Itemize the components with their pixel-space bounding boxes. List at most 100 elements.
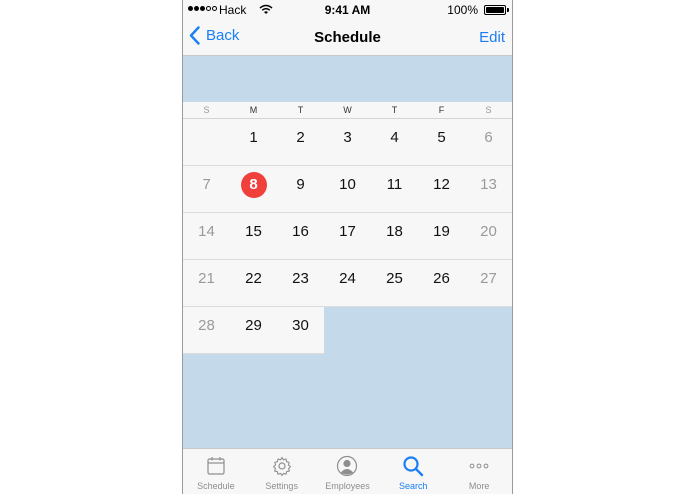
calendar-day[interactable]: 12: [418, 166, 465, 212]
battery-tip: [507, 8, 509, 12]
calendar-icon: [204, 454, 228, 478]
calendar-day-today[interactable]: 8: [230, 166, 277, 212]
tab-label: Settings: [265, 481, 298, 491]
battery-percentage: 100%: [447, 3, 478, 17]
day-number: 16: [292, 223, 309, 240]
calendar-day[interactable]: 29: [230, 307, 277, 354]
navigation-bar: Back Schedule Edit: [183, 19, 512, 56]
day-number: 4: [390, 129, 399, 146]
day-number: 8: [240, 172, 267, 198]
calendar-day[interactable]: 16: [277, 213, 324, 259]
day-number: 20: [480, 223, 497, 240]
day-number: 25: [386, 270, 403, 287]
day-number: 15: [245, 223, 262, 240]
calendar-day[interactable]: 25: [371, 260, 418, 306]
day-number: 29: [245, 317, 262, 334]
weekday-label: F: [438, 105, 445, 115]
calendar-day[interactable]: 14: [183, 213, 230, 259]
phone-screen: Hack 9:41 AM 100% Back Schedule Edit S M…: [182, 0, 513, 494]
calendar-empty-cell: [418, 307, 465, 354]
calendar-day[interactable]: 21: [183, 260, 230, 306]
calendar-day[interactable]: 18: [371, 213, 418, 259]
tab-bar: Schedule Settings Employees Search More: [183, 448, 512, 494]
calendar-day[interactable]: 6: [465, 119, 512, 166]
tab-label: Employees: [325, 481, 370, 491]
calendar-day[interactable]: 3: [324, 119, 371, 166]
tab-label: More: [468, 481, 490, 491]
screenshot-canvas: Hack 9:41 AM 100% Back Schedule Edit S M…: [0, 0, 695, 494]
calendar-day[interactable]: 20: [465, 213, 512, 259]
edit-button[interactable]: Edit: [479, 29, 505, 46]
battery-icon: [484, 5, 506, 15]
tab-schedule[interactable]: Schedule: [183, 449, 249, 494]
calendar-day[interactable]: 19: [418, 213, 465, 259]
tab-label: Search: [399, 481, 428, 491]
day-number: 11: [386, 176, 403, 193]
calendar-day[interactable]: 27: [465, 260, 512, 306]
day-number: 21: [198, 270, 215, 287]
page-title: Schedule: [314, 29, 381, 46]
day-number: 28: [198, 317, 215, 334]
calendar-day[interactable]: 2: [277, 119, 324, 166]
tab-label: Schedule: [197, 481, 235, 491]
day-number: 9: [296, 176, 305, 193]
tab-settings[interactable]: Settings: [249, 449, 315, 494]
weekday-label: S: [485, 105, 492, 115]
calendar-empty-cell: [465, 307, 512, 354]
day-number: 3: [343, 129, 352, 146]
day-number: 13: [480, 176, 497, 193]
calendar-day[interactable]: 17: [324, 213, 371, 259]
day-number: 24: [339, 270, 356, 287]
day-number: 2: [296, 129, 305, 146]
calendar-day[interactable]: 23: [277, 260, 324, 306]
month-calendar: SMTWTFS 1 2 3 4 5 6 7 8 9 10 11 12 13 14 15 16 17 18 19 20 2…: [183, 102, 512, 354]
weekday-label: S: [203, 105, 210, 115]
calendar-day[interactable]: 26: [418, 260, 465, 306]
day-number: 12: [433, 176, 450, 193]
calendar-day[interactable]: 22: [230, 260, 277, 306]
day-number: 27: [480, 270, 497, 287]
calendar-empty-cell: [371, 307, 418, 354]
calendar-day[interactable]: 1: [230, 119, 277, 166]
calendar-day[interactable]: 9: [277, 166, 324, 212]
calendar-day[interactable]: 7: [183, 166, 230, 212]
tab-employees[interactable]: Employees: [315, 449, 381, 494]
tab-search[interactable]: Search: [380, 449, 446, 494]
calendar-day[interactable]: 30: [277, 307, 324, 354]
tab-more[interactable]: More: [446, 449, 512, 494]
weekday-label: T: [297, 105, 304, 115]
day-number: 14: [198, 223, 215, 240]
calendar-day[interactable]: 15: [230, 213, 277, 259]
calendar-day[interactable]: 4: [371, 119, 418, 166]
calendar-empty-cell: [324, 307, 371, 354]
weekday-label: M: [249, 105, 258, 115]
weekday-label: T: [391, 105, 398, 115]
day-number: 18: [386, 223, 403, 240]
day-number: 10: [339, 176, 356, 193]
weekday-header: SMTWTFS: [183, 102, 512, 119]
day-number: 23: [292, 270, 309, 287]
more-icon: [467, 454, 491, 478]
calendar-week-row: 14 15 16 17 18 19 20: [183, 213, 512, 260]
battery-level-fill: [486, 7, 504, 13]
calendar-day[interactable]: 28: [183, 307, 230, 354]
calendar-day[interactable]: 10: [324, 166, 371, 212]
day-number: 6: [484, 129, 493, 146]
day-number: 30: [292, 317, 309, 334]
calendar-week-row: 7 8 9 10 11 12 13: [183, 166, 512, 213]
person-icon: [335, 454, 359, 478]
weekday-label: W: [343, 105, 352, 115]
calendar-week-row: 21 22 23 24 25 26 27: [183, 260, 512, 307]
gear-icon: [270, 454, 294, 478]
day-number: 26: [433, 270, 450, 287]
day-number: 19: [433, 223, 450, 240]
calendar-day[interactable]: 5: [418, 119, 465, 166]
day-number: 22: [245, 270, 262, 287]
calendar-day[interactable]: 24: [324, 260, 371, 306]
status-bar: Hack 9:41 AM 100%: [183, 0, 512, 19]
day-number: 17: [339, 223, 356, 240]
calendar-day[interactable]: 13: [465, 166, 512, 212]
search-icon: [401, 454, 425, 478]
calendar-day[interactable]: 11: [371, 166, 418, 212]
day-number: 5: [437, 129, 446, 146]
